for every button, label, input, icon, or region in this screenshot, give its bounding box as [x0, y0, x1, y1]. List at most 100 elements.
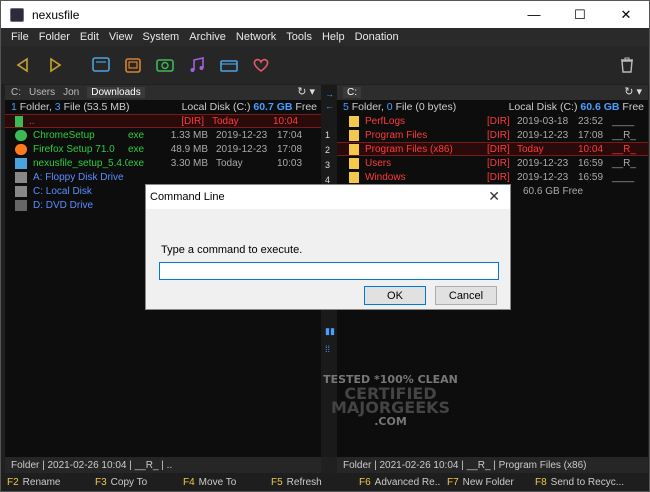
fkey-refresh[interactable]: F5 Refresh — [265, 477, 353, 488]
tab-1[interactable]: 1 — [325, 130, 330, 140]
file-date: Today — [216, 157, 243, 169]
menu-view[interactable]: View — [109, 31, 133, 43]
file-row[interactable]: nexusfile_setup_5.4.0 exe 3.30 MB Today … — [5, 156, 321, 170]
menu-donation[interactable]: Donation — [355, 31, 399, 43]
fkey-label: Copy To — [110, 476, 148, 488]
folder-row[interactable]: Windows [DIR] 2019-12-23 16:59 ____ — [337, 170, 648, 184]
dialog-close-button[interactable]: ✕ — [488, 188, 500, 205]
file-row-parent[interactable]: .. [DIR] Today 10:04 — [5, 114, 321, 128]
drive-row[interactable]: A: Floppy Disk Drive — [5, 170, 321, 184]
menu-tools[interactable]: Tools — [286, 31, 312, 43]
local-disk-icon — [15, 185, 27, 197]
folder-button[interactable] — [119, 51, 147, 79]
menu-help[interactable]: Help — [322, 31, 345, 43]
minimize-button[interactable]: — — [511, 1, 557, 28]
file-ext: exe — [128, 143, 145, 155]
tab-3[interactable]: 3 — [325, 160, 330, 170]
ok-button[interactable]: OK — [364, 286, 426, 305]
fkey-key: F5 — [271, 476, 283, 488]
folder-icon — [349, 129, 359, 141]
file-row[interactable]: Firefox Setup 71.0 exe 48.9 MB 2019-12-2… — [5, 142, 321, 156]
folder-icon — [349, 171, 359, 183]
fkey-move-to[interactable]: F4 Move To — [177, 477, 265, 488]
disk-info: Local Disk (C:) 60.7 GB Free — [182, 101, 317, 113]
folder-name: PerfLogs — [365, 115, 406, 127]
refresh-icon[interactable]: ↻ ▾ — [624, 85, 642, 98]
dir-tag: [DIR] — [487, 171, 510, 183]
file-count: 0 — [386, 101, 393, 113]
folder-icon — [349, 143, 359, 155]
folder-name: Program Files (x86) — [365, 143, 453, 155]
file-name: Firefox Setup 71.0 — [33, 143, 115, 155]
breadcrumb-item[interactable]: C: — [343, 87, 361, 98]
tab-2[interactable]: 2 — [325, 145, 330, 155]
file-name: .. — [29, 115, 35, 127]
fkey-advanced-rename[interactable]: F6 Advanced Re... — [353, 477, 441, 488]
disk-info: Local Disk (C:) 60.6 GB Free — [509, 101, 644, 113]
folder-row-selected[interactable]: Program Files (x86) [DIR] Today 10:04 __… — [337, 142, 648, 156]
file-row[interactable]: ChromeSetup exe 1.33 MB 2019-12-23 17:04 — [5, 128, 321, 142]
menu-network[interactable]: Network — [236, 31, 276, 43]
command-input[interactable] — [159, 262, 499, 280]
maximize-button[interactable]: ☐ — [557, 1, 603, 28]
folder-attr: __R_ — [612, 143, 636, 155]
folder-attr: __R_ — [612, 157, 636, 169]
favorites-button[interactable] — [247, 51, 275, 79]
refresh-icon[interactable]: ↻ ▾ — [297, 85, 315, 98]
screen-button[interactable] — [87, 51, 115, 79]
menu-folder[interactable]: Folder — [39, 31, 70, 43]
breadcrumb-item[interactable]: Jon — [63, 87, 79, 98]
back-arrow-icon — [16, 57, 28, 73]
drive-name: C: Local Disk — [33, 185, 92, 197]
disk-free: 60.6 GB — [580, 101, 620, 113]
close-button[interactable]: ✕ — [603, 1, 649, 28]
breadcrumb-item[interactable]: C: — [11, 87, 21, 98]
cancel-button[interactable]: Cancel — [435, 286, 497, 305]
left-status-text: Folder | 2021-02-26 10:04 | __R_ | .. — [11, 459, 173, 471]
breadcrumb-item[interactable]: Users — [29, 87, 55, 98]
fkey-new-folder[interactable]: F7 New Folder — [441, 477, 529, 488]
drive-name: A: Floppy Disk Drive — [33, 171, 124, 183]
command-line-dialog: Command Line ✕ Type a command to execute… — [145, 184, 511, 310]
film-button[interactable] — [215, 51, 243, 79]
fkey-copy-to[interactable]: F3 Copy To — [89, 477, 177, 488]
grid-icon[interactable]: ⁞⁞ — [325, 344, 330, 354]
folder-row[interactable]: Users [DIR] 2019-12-23 16:59 __R_ — [337, 156, 648, 170]
window-controls: — ☐ ✕ — [511, 1, 649, 28]
file-size: 48.9 MB — [170, 143, 208, 155]
file-name: nexusfile_setup_5.4.0 — [33, 157, 128, 169]
file-time: 10:04 — [273, 115, 299, 127]
disk-free-text: 60.6 GB Free — [523, 185, 584, 197]
folder-attr: ____ — [612, 171, 635, 183]
menu-file[interactable]: File — [11, 31, 29, 43]
fkey-key: F7 — [447, 476, 459, 488]
camera-button[interactable] — [151, 51, 179, 79]
disk-label: Local Disk (C:) — [181, 101, 251, 113]
swap-right-arrow[interactable]: → — [325, 89, 334, 99]
fkey-send-to-recycle[interactable]: F8 Send to Recyc... — [529, 477, 649, 488]
back-button[interactable] — [9, 51, 37, 79]
menu-system[interactable]: System — [143, 31, 180, 43]
heart-icon — [253, 58, 269, 72]
menu-edit[interactable]: Edit — [80, 31, 99, 43]
forward-button[interactable] — [41, 51, 69, 79]
file-count: 3 — [54, 101, 61, 113]
recycle-bin-button[interactable] — [613, 51, 641, 79]
folder-row[interactable]: Program Files [DIR] 2019-12-23 17:08 __R… — [337, 128, 648, 142]
swap-left-arrow[interactable]: ← — [325, 101, 334, 111]
music-button[interactable] — [183, 51, 211, 79]
breadcrumb-item[interactable]: Downloads — [87, 87, 145, 98]
bar-chart-icon[interactable]: ▮▮ — [325, 326, 335, 337]
menu-archive[interactable]: Archive — [189, 31, 226, 43]
window-title: nexusfile — [32, 7, 80, 22]
folder-row[interactable]: PerfLogs [DIR] 2019-03-18 23:52 ____ — [337, 114, 648, 128]
dir-tag: [DIR] — [487, 115, 510, 127]
nexusfile-setup-icon — [15, 157, 27, 169]
fkey-label: Move To — [198, 476, 237, 488]
folder-count: 5 — [343, 101, 349, 113]
folder-time: 23:52 — [578, 115, 604, 127]
fkey-rename[interactable]: F2 Rename — [1, 477, 89, 488]
folder-date: Today — [517, 143, 544, 155]
folder-label: Folder, — [351, 101, 384, 113]
dvd-drive-icon — [15, 199, 27, 211]
